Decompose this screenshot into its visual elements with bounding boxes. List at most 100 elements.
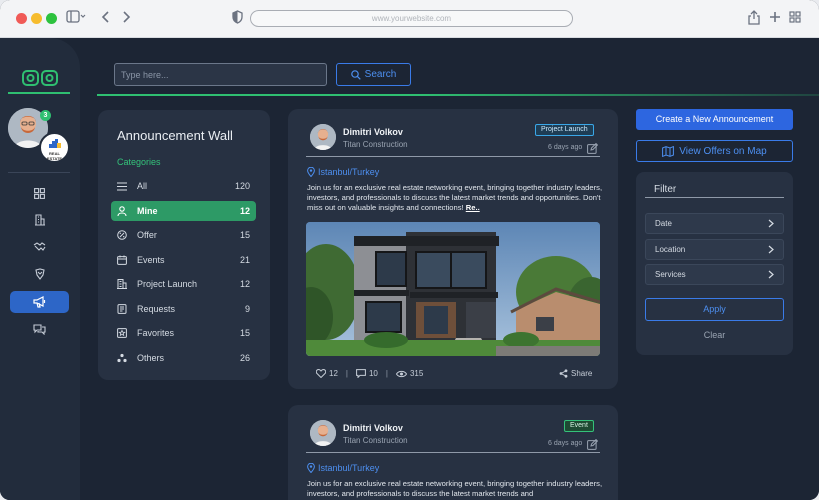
- share-page-icon[interactable]: [748, 10, 760, 30]
- grid-icon: [34, 187, 45, 199]
- user-icon: [117, 206, 131, 216]
- list-icon: [117, 181, 131, 191]
- views-counter: 315: [395, 369, 424, 378]
- category-count: 12: [239, 279, 250, 289]
- category-events[interactable]: Events 21: [111, 250, 256, 270]
- category-label: Requests: [137, 304, 176, 314]
- category-requests[interactable]: Requests 9: [111, 299, 256, 319]
- location-pin-icon: [307, 463, 315, 473]
- category-count: 12: [239, 206, 250, 216]
- read-more-link[interactable]: Re..: [466, 203, 480, 212]
- search-button-label: Search: [364, 69, 397, 80]
- building-icon: [117, 279, 131, 289]
- category-project-launch[interactable]: Project Launch 12: [111, 274, 256, 294]
- categories-label: Categories: [117, 157, 161, 167]
- sidebar-item-dashboard[interactable]: [10, 182, 69, 204]
- forward-icon[interactable]: [121, 10, 131, 29]
- author-avatar[interactable]: [310, 420, 336, 446]
- view-count: 315: [409, 369, 424, 378]
- like-button[interactable]: 12: [316, 369, 338, 378]
- chat-icon: [33, 324, 46, 335]
- filter-services[interactable]: Services: [645, 264, 784, 285]
- post-image[interactable]: [306, 222, 600, 356]
- company-logo: REAL ESTATE: [39, 132, 70, 163]
- action-separator: |: [385, 369, 388, 378]
- sidebar-toggle-icon[interactable]: [66, 10, 86, 29]
- browser-toolbar: www.yourwebsite.com: [0, 0, 819, 38]
- post-divider: [306, 452, 600, 453]
- post-location[interactable]: Istanbul/Turkey: [307, 167, 379, 177]
- eye-icon: [395, 370, 407, 377]
- post-location[interactable]: Istanbul/Turkey: [307, 463, 379, 473]
- comment-button[interactable]: 10: [356, 369, 378, 378]
- chevron-right-icon: [768, 270, 774, 279]
- category-label: Offer: [137, 230, 157, 240]
- author-company: Titan Construction: [343, 436, 408, 445]
- company-logo-text: REAL ESTATE: [46, 151, 63, 161]
- category-label: Mine: [137, 206, 158, 216]
- filter-label: Services: [655, 270, 686, 279]
- post-body-text: Join us for an exclusive real estate net…: [307, 479, 603, 498]
- author-name[interactable]: Dimitri Volkov: [343, 127, 403, 137]
- clear-button[interactable]: Clear: [645, 330, 784, 344]
- star-icon: [117, 328, 131, 338]
- building-icon: [34, 214, 45, 226]
- sidebar-item-deals[interactable]: [10, 236, 69, 258]
- author-avatar[interactable]: [310, 124, 336, 150]
- author-name[interactable]: Dimitri Volkov: [343, 423, 403, 433]
- post-body: Join us for an exclusive real estate net…: [307, 183, 603, 213]
- category-count: 21: [239, 255, 250, 265]
- badge-icon: [34, 268, 45, 280]
- search-input[interactable]: Type here...: [114, 63, 327, 86]
- sidebar-item-buildings[interactable]: [10, 209, 69, 231]
- back-icon[interactable]: [101, 10, 111, 29]
- close-window-button[interactable]: [16, 13, 27, 24]
- comment-icon: [356, 369, 366, 378]
- category-tag[interactable]: Project Launch: [535, 124, 594, 136]
- category-label: All: [137, 181, 148, 191]
- view-offers-map-button[interactable]: View Offers on Map: [636, 140, 793, 162]
- share-icon: [559, 369, 568, 378]
- sidebar-item-announcements[interactable]: [10, 291, 69, 313]
- post-body: Join us for an exclusive real estate net…: [307, 479, 603, 499]
- tab-overview-icon[interactable]: [789, 10, 801, 29]
- category-count: 15: [239, 328, 250, 338]
- document-icon: [117, 304, 131, 314]
- new-tab-icon[interactable]: [769, 10, 781, 29]
- filter-date[interactable]: Date: [645, 213, 784, 234]
- category-mine[interactable]: Mine 12: [111, 201, 256, 221]
- maximize-window-button[interactable]: [46, 13, 57, 24]
- post-actions: 12 | 10 | 315: [316, 369, 423, 378]
- view-offers-map-label: View Offers on Map: [679, 145, 767, 157]
- filter-location[interactable]: Location: [645, 239, 784, 260]
- filter-label: Date: [655, 219, 672, 228]
- post-body-text: Join us for an exclusive real estate net…: [307, 183, 603, 212]
- category-label: Favorites: [137, 328, 175, 338]
- category-others[interactable]: Others 26: [111, 348, 256, 368]
- megaphone-icon: [33, 296, 46, 308]
- category-count: 120: [234, 181, 250, 191]
- apply-button[interactable]: Apply: [645, 298, 784, 321]
- header-divider: [97, 94, 819, 96]
- search-button[interactable]: Search: [336, 63, 411, 86]
- create-announcement-button[interactable]: Create a New Announcement: [636, 109, 793, 130]
- map-icon: [662, 145, 675, 157]
- category-all[interactable]: All 120: [111, 176, 256, 196]
- browser-window: www.yourwebsite.com 3 REAL ESTATE Type h…: [0, 0, 819, 500]
- sidebar-item-messages[interactable]: [10, 318, 69, 340]
- panel-title: Announcement Wall: [117, 128, 233, 143]
- logo-underline: [8, 92, 70, 94]
- category-offer[interactable]: Offer 15: [111, 225, 256, 245]
- share-button[interactable]: Share: [559, 369, 592, 378]
- sidebar-item-awards[interactable]: [10, 263, 69, 285]
- category-tag[interactable]: Event: [564, 420, 594, 432]
- minimize-window-button[interactable]: [31, 13, 42, 24]
- category-label: Others: [137, 353, 165, 363]
- comment-count: 10: [368, 369, 378, 378]
- category-label: Events: [137, 255, 165, 265]
- announcement-card: Dimitri Volkov Titan Construction Event …: [288, 405, 618, 500]
- like-count: 12: [329, 369, 338, 378]
- announcement-card: Dimitri Volkov Titan Construction Projec…: [288, 109, 618, 389]
- url-bar[interactable]: www.yourwebsite.com: [250, 10, 573, 27]
- category-favorites[interactable]: Favorites 15: [111, 323, 256, 343]
